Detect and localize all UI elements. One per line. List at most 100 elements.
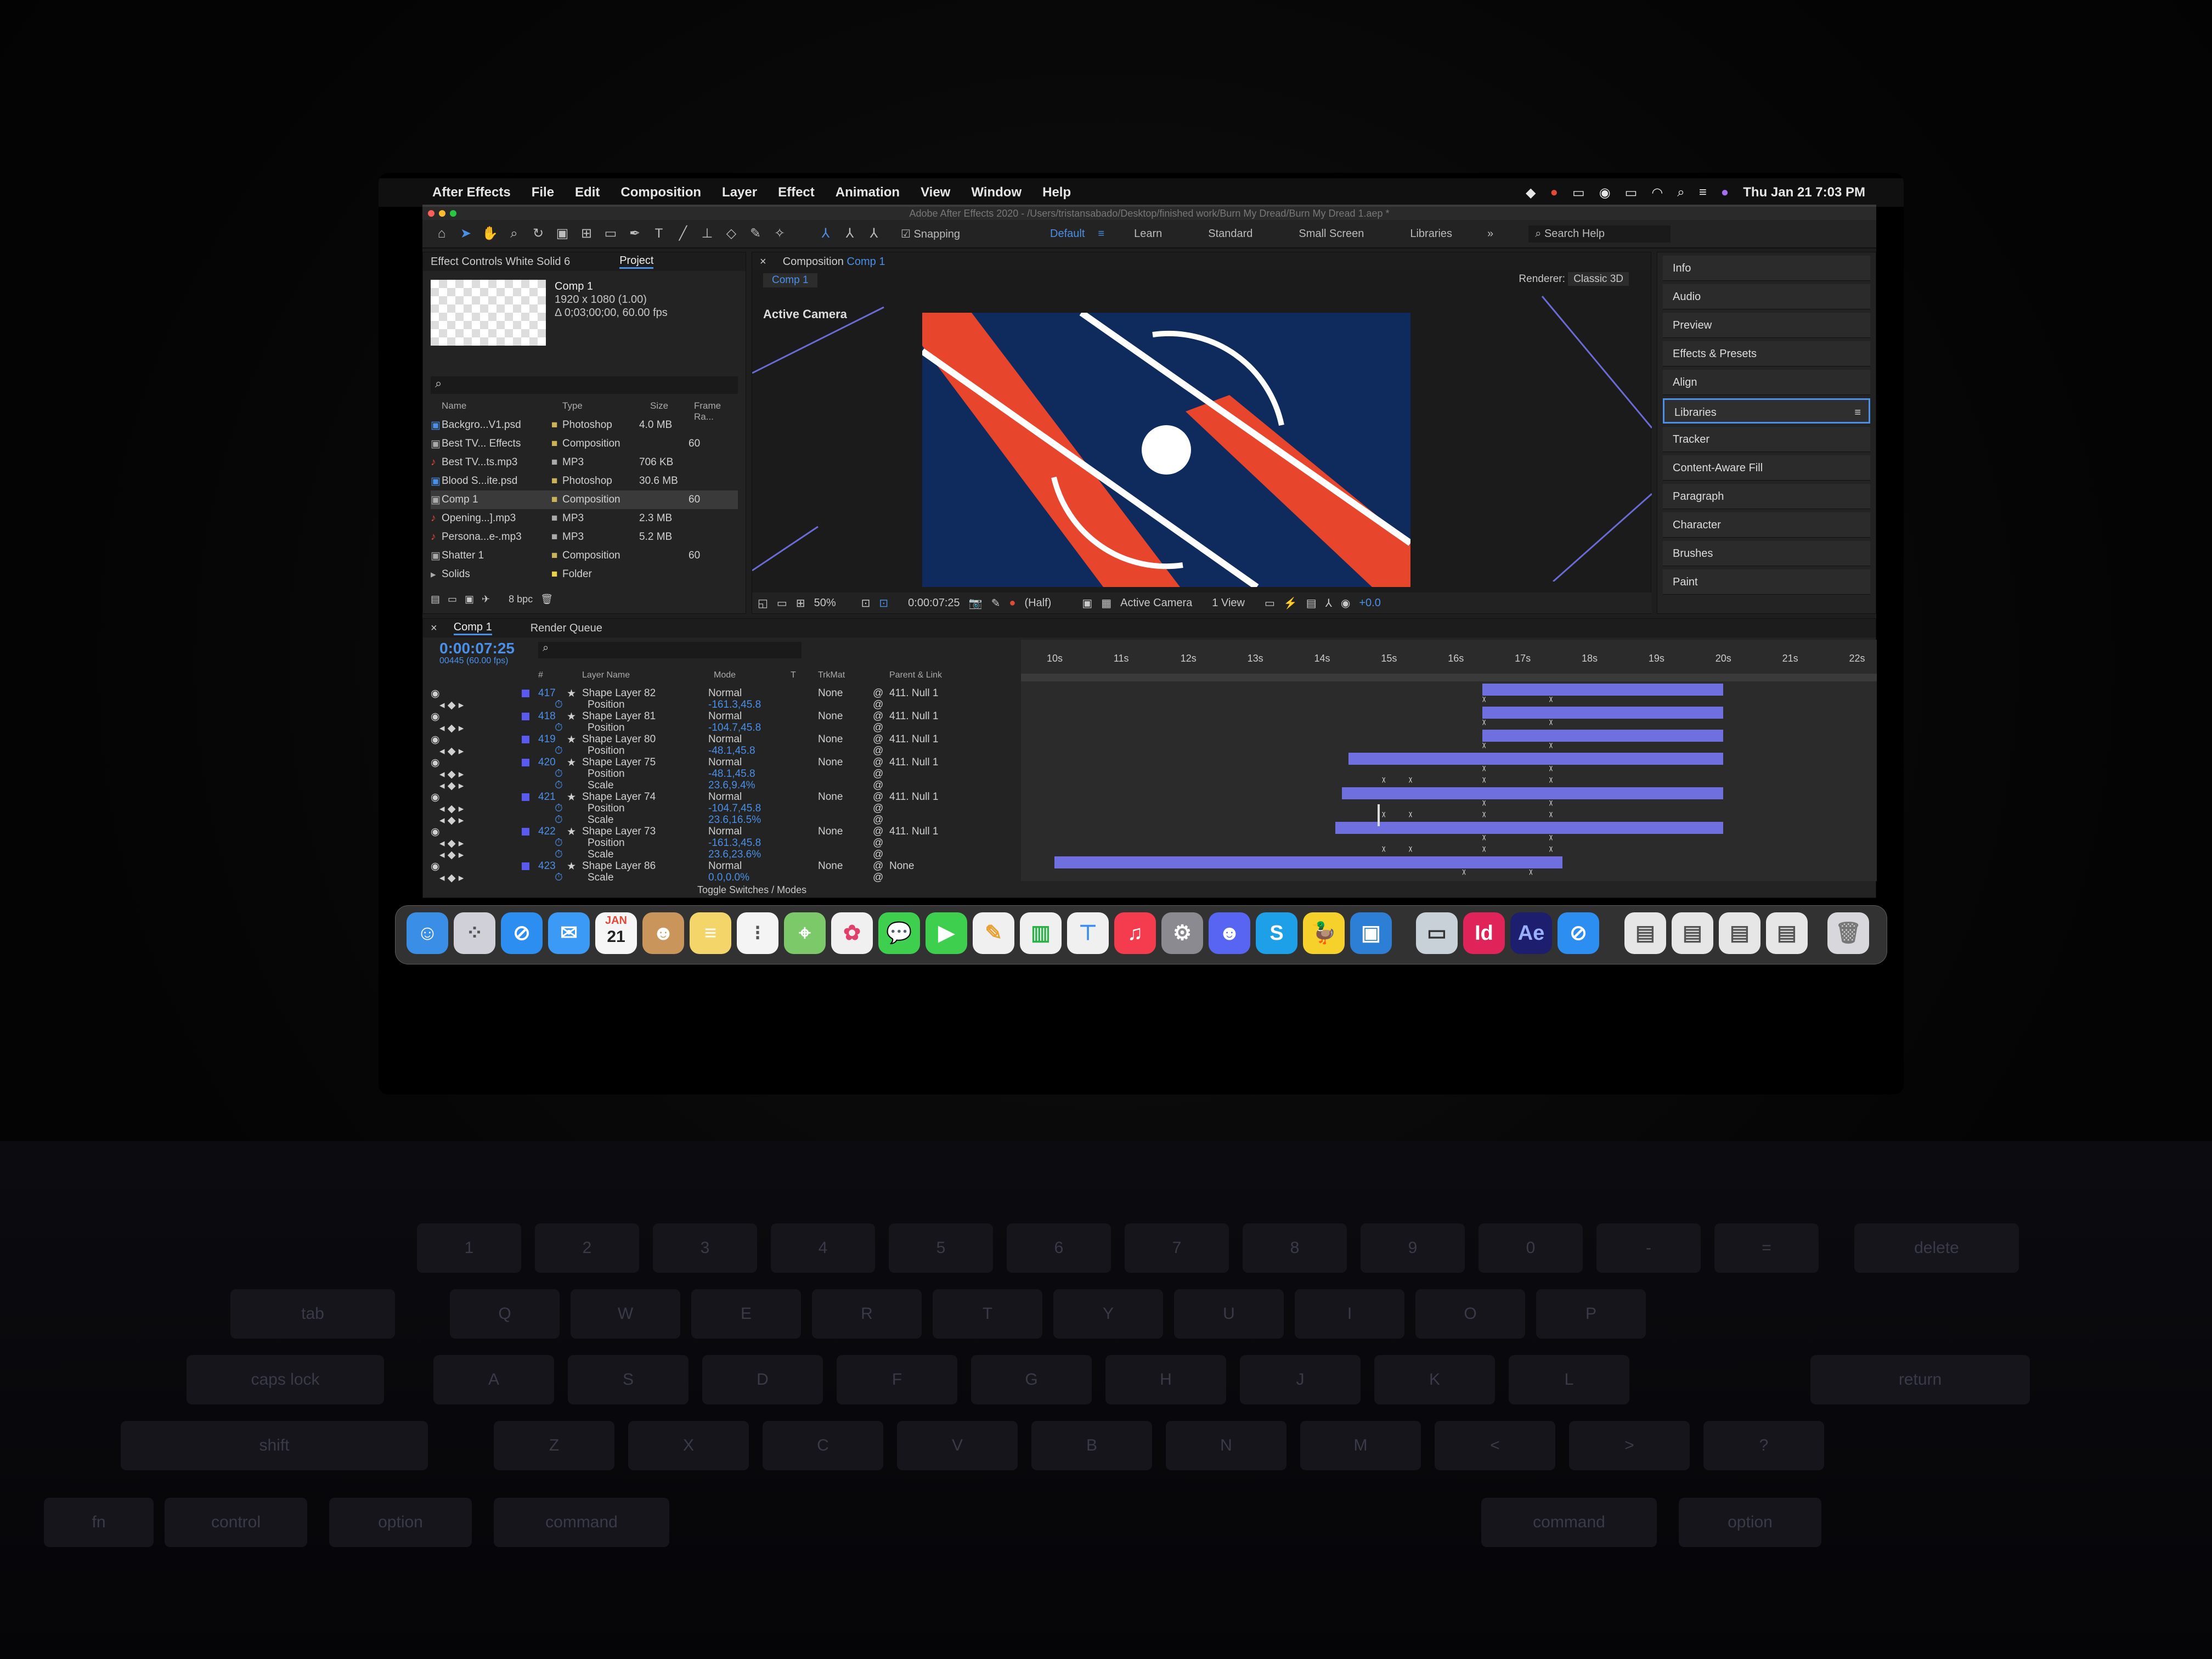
keyframe[interactable]: ᵡ (1409, 844, 1414, 855)
keyframe[interactable]: ᵡ (1549, 694, 1555, 705)
keyframe[interactable]: ᵡ (1549, 798, 1555, 809)
dropbox-icon[interactable]: ◆ (1526, 185, 1536, 201)
dock-calendar-icon[interactable]: JAN 21 (595, 912, 637, 954)
camera-tool-icon[interactable]: ▣ (554, 225, 571, 242)
grid-icon[interactable]: ⊞ (796, 596, 805, 610)
dock-screen-icon[interactable]: ▣ (1350, 912, 1392, 954)
workspace-menu-icon[interactable]: ≡ (1098, 228, 1104, 240)
local-axis-icon[interactable]: ⅄ (817, 225, 834, 242)
dock-launchpad-icon[interactable]: ⁘ (454, 912, 495, 954)
menu-view[interactable]: View (921, 185, 950, 200)
delete-icon[interactable]: 🗑 (540, 594, 553, 605)
panel-paint[interactable]: Paint (1663, 569, 1870, 595)
current-time[interactable]: 0:00:07:25 (908, 597, 960, 610)
dock-finder-icon[interactable]: ☺ (407, 912, 448, 954)
dock-safari-icon[interactable]: ⊘ (501, 912, 543, 954)
dock-mail-icon[interactable]: ✉ (548, 912, 590, 954)
wifi-icon[interactable]: ◠ (1651, 185, 1663, 201)
dock-discord-icon[interactable]: ☻ (1209, 912, 1250, 954)
dock-notes-icon[interactable]: ≡ (690, 912, 731, 954)
type-tool-icon[interactable]: T (651, 225, 667, 242)
pickwhip-icon[interactable]: @ (873, 872, 883, 884)
menu-help[interactable]: Help (1042, 185, 1071, 200)
menu-file[interactable]: File (532, 185, 554, 200)
project-item[interactable]: ▣ Best TV... Effects ■ Composition 60 (431, 435, 738, 453)
more-workspaces-icon[interactable]: » (1487, 228, 1493, 240)
property-value[interactable]: 0.0,0.0% (708, 872, 749, 884)
dock-freeform-icon[interactable]: ✎ (973, 912, 1014, 954)
layer-duration-bar[interactable] (1482, 730, 1723, 742)
panel-paragraph[interactable]: Paragraph (1663, 484, 1870, 509)
menu-animation[interactable]: Animation (836, 185, 900, 200)
battery-icon[interactable]: ▭ (1625, 185, 1638, 201)
hand-tool-icon[interactable]: ✋ (482, 225, 498, 242)
timeline-track-area[interactable]: 10s 11s 12s 13s 14s 15s 16s 17s 18s 19s 20s 21s 22s … (1021, 640, 1877, 881)
keyframe[interactable]: ᵡ (1482, 832, 1488, 843)
tab-effect-controls[interactable]: Effect Controls White Solid 6 (431, 256, 570, 268)
col-layer-name[interactable]: Layer Name (582, 670, 630, 680)
renderer-value[interactable]: Classic 3D (1568, 272, 1629, 286)
dock-photos-icon[interactable]: ✿ (831, 912, 873, 954)
fit-icon[interactable]: ⊡ (861, 596, 871, 610)
fast-previews-icon[interactable]: ⚡ (1284, 596, 1297, 610)
panel-libraries[interactable]: Libraries ≡ (1663, 398, 1870, 424)
resolution-select[interactable]: (Half) (1024, 597, 1051, 610)
keyframe[interactable]: ᵡ (1549, 809, 1555, 820)
dock-numbers-icon[interactable]: ▥ (1020, 912, 1062, 954)
timeline-search-input[interactable]: ⌕ (538, 642, 802, 658)
menu-layer[interactable]: Layer (722, 185, 757, 200)
brush-tool-icon[interactable]: ╱ (675, 225, 691, 242)
snapshot-icon[interactable]: 📷 (969, 596, 983, 610)
rotate-tool-icon[interactable]: ↻ (530, 225, 546, 242)
roto-brush-icon[interactable]: ✎ (747, 225, 764, 242)
dock-safari-tech-icon[interactable]: ⊘ (1558, 912, 1599, 954)
keyframe[interactable]: ᵡ (1382, 844, 1387, 855)
close-timeline-tab-icon[interactable]: × (431, 622, 437, 635)
tab-composition[interactable]: Composition Comp 1 (783, 256, 885, 268)
keyframe[interactable]: ᵡ (1462, 867, 1468, 878)
layer-duration-bar[interactable] (1335, 822, 1723, 834)
clone-stamp-icon[interactable]: ⊥ (699, 225, 715, 242)
reset-exposure-icon[interactable]: ◉ (1341, 596, 1350, 610)
dock-keynote-icon[interactable]: ⊤ (1067, 912, 1109, 954)
col-name[interactable]: Name (442, 400, 466, 411)
layer-duration-bar[interactable] (1348, 753, 1723, 765)
keyframe[interactable]: ᵡ (1409, 775, 1414, 786)
dock-document-icon[interactable]: ▤ (1624, 912, 1666, 954)
views-select[interactable]: 1 View (1212, 597, 1245, 610)
dock-skype-icon[interactable]: S (1256, 912, 1297, 954)
col-size[interactable]: Size (650, 400, 668, 411)
dock-maps-icon[interactable]: ⌖ (784, 912, 826, 954)
keyframe-navigator-icon[interactable]: ◂ ◆ ▸ (439, 872, 464, 884)
interpret-footage-icon[interactable]: ▤ (431, 594, 440, 605)
panel-preview[interactable]: Preview (1663, 313, 1870, 338)
roi-icon[interactable]: ▣ (1082, 596, 1092, 610)
dock-indesign-icon[interactable]: Id (1463, 912, 1505, 954)
clock[interactable]: Thu Jan 21 7:03 PM (1743, 185, 1865, 200)
col-type[interactable]: Type (562, 400, 583, 411)
keyframe[interactable]: ᵡ (1482, 694, 1488, 705)
workspace-learn[interactable]: Learn (1134, 228, 1162, 240)
siri-icon[interactable]: ● (1721, 185, 1729, 200)
dock-document-icon[interactable]: ▤ (1719, 912, 1760, 954)
dock-contacts-icon[interactable]: ☻ (642, 912, 684, 954)
control-center-icon[interactable]: ≡ (1699, 185, 1707, 200)
panel-brushes[interactable]: Brushes (1663, 541, 1870, 566)
panel-character[interactable]: Character (1663, 512, 1870, 538)
dock-document-icon[interactable]: ▤ (1766, 912, 1808, 954)
keyframe[interactable]: ᵡ (1482, 717, 1488, 728)
panel-content-aware-fill[interactable]: Content-Aware Fill (1663, 455, 1870, 481)
panel-tracker[interactable]: Tracker (1663, 427, 1870, 452)
record-icon[interactable]: ◉ (1599, 185, 1611, 201)
eraser-tool-icon[interactable]: ◇ (723, 225, 740, 242)
tab-comp1[interactable]: Comp 1 (453, 621, 492, 635)
dock-trash-icon[interactable]: 🗑 (1827, 912, 1869, 954)
layer-duration-bar[interactable] (1054, 856, 1563, 868)
region-icon[interactable]: ⊡ (879, 596, 888, 610)
snapping-checkbox[interactable]: ☑ Snapping (901, 227, 960, 241)
render-icon[interactable]: ✈ (482, 594, 490, 605)
selection-tool-icon[interactable]: ➤ (458, 225, 474, 242)
pen-tool-icon[interactable]: ✒ (627, 225, 643, 242)
spotlight-icon[interactable]: ⌕ (1677, 185, 1684, 200)
flowchart-icon[interactable]: ⅄ (1325, 596, 1332, 610)
